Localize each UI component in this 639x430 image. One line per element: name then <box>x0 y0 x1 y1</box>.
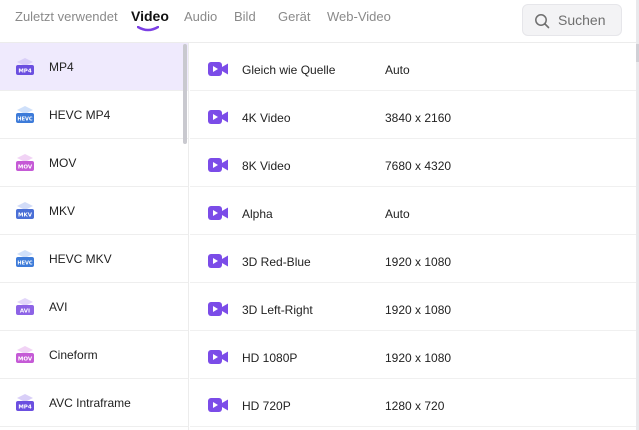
tab-device[interactable]: Gerät <box>278 9 311 24</box>
video-camera-icon <box>208 158 228 172</box>
format-item-mov[interactable]: MOV MOV <box>0 139 188 187</box>
svg-text:AVI: AVI <box>20 309 30 315</box>
tab-audio[interactable]: Audio <box>184 9 217 24</box>
mp4-file-icon: MP4 <box>16 58 34 75</box>
hevc-file-icon: HEVC <box>16 106 34 123</box>
format-label: AVI <box>49 300 68 314</box>
video-camera-icon <box>208 398 228 412</box>
search-box[interactable] <box>522 4 622 36</box>
svg-text:MOV: MOV <box>18 165 33 171</box>
svg-text:MP4: MP4 <box>18 405 32 411</box>
format-label: MKV <box>49 204 76 218</box>
preset-resolution: 1920 x 1080 <box>385 303 452 317</box>
format-list-scrollbar[interactable] <box>183 44 187 144</box>
preset-list: Gleich wie Quelle Auto 4K Video 3840 x 2… <box>190 43 639 430</box>
svg-text:MOV: MOV <box>18 357 33 363</box>
svg-text:HEVC: HEVC <box>17 261 32 267</box>
mp4-file-icon: MP4 <box>16 394 34 411</box>
format-label: MOV <box>49 156 77 170</box>
preset-name: 8K Video <box>242 159 291 173</box>
tab-web-video[interactable]: Web-Video <box>327 9 391 24</box>
format-label: HEVC MKV <box>49 252 112 266</box>
preset-row-3d-red-blue[interactable]: 3D Red-Blue 1920 x 1080 <box>190 235 639 283</box>
avi-file-icon: AVI <box>16 298 34 315</box>
svg-text:MP4: MP4 <box>18 69 32 75</box>
svg-text:MKV: MKV <box>18 213 33 219</box>
preset-row-hd-720p[interactable]: HD 720P 1280 x 720 <box>190 379 639 427</box>
preset-name: 4K Video <box>242 111 291 125</box>
format-item-hevc-mkv[interactable]: HEVC HEVC MKV <box>0 235 188 283</box>
preset-row-3d-left-right[interactable]: 3D Left-Right 1920 x 1080 <box>190 283 639 331</box>
preset-resolution: 7680 x 4320 <box>385 159 452 173</box>
preset-row-same-as-source[interactable]: Gleich wie Quelle Auto <box>190 43 639 91</box>
video-camera-icon <box>208 254 228 268</box>
format-label: Cineform <box>49 348 98 362</box>
hevc-file-icon: HEVC <box>16 250 34 267</box>
preset-name: HD 720P <box>242 399 291 413</box>
preset-name: Alpha <box>242 207 273 221</box>
format-item-cineform[interactable]: MOV Cineform <box>0 331 188 379</box>
format-item-avi[interactable]: AVI AVI <box>0 283 188 331</box>
video-camera-icon <box>208 350 228 364</box>
search-input[interactable] <box>558 12 620 28</box>
format-list: MP4 MP4 HEVC HEVC MP4 MOV MOV MKV MKV HE <box>0 43 189 430</box>
format-item-avc-intraframe[interactable]: MP4 AVC Intraframe <box>0 379 188 427</box>
tab-image[interactable]: Bild <box>234 9 256 24</box>
active-tab-indicator <box>137 26 159 32</box>
preset-resolution: 1920 x 1080 <box>385 255 452 269</box>
video-camera-icon <box>208 110 228 124</box>
preset-resolution: 1280 x 720 <box>385 399 445 413</box>
tab-video[interactable]: Video <box>131 8 169 24</box>
preset-name: 3D Red-Blue <box>242 255 311 269</box>
video-camera-icon <box>208 302 228 316</box>
preset-row-8k-video[interactable]: 8K Video 7680 x 4320 <box>190 139 639 187</box>
preset-resolution: Auto <box>385 63 410 77</box>
preset-name: 3D Left-Right <box>242 303 313 317</box>
tab-recently-used[interactable]: Zuletzt verwendet <box>15 9 118 24</box>
preset-row-hd-1080p[interactable]: HD 1080P 1920 x 1080 <box>190 331 639 379</box>
preset-resolution: 1920 x 1080 <box>385 351 452 365</box>
format-item-mkv[interactable]: MKV MKV <box>0 187 188 235</box>
preset-name: Gleich wie Quelle <box>242 63 336 77</box>
mov-file-icon: MOV <box>16 346 34 363</box>
video-camera-icon <box>208 62 228 76</box>
preset-resolution: 3840 x 2160 <box>385 111 452 125</box>
preset-name: HD 1080P <box>242 351 298 365</box>
format-label: HEVC MP4 <box>49 108 111 122</box>
preset-row-4k-video[interactable]: 4K Video 3840 x 2160 <box>190 91 639 139</box>
search-icon <box>535 14 550 29</box>
format-category-tabs: Zuletzt verwendet Video Audio Bild Gerät… <box>0 0 639 44</box>
video-camera-icon <box>208 206 228 220</box>
mov-file-icon: MOV <box>16 154 34 171</box>
format-label: AVC Intraframe <box>49 396 131 410</box>
format-item-mp4[interactable]: MP4 MP4 <box>0 43 188 91</box>
preset-resolution: Auto <box>385 207 410 221</box>
preset-row-alpha[interactable]: Alpha Auto <box>190 187 639 235</box>
format-label: MP4 <box>49 60 74 74</box>
svg-text:HEVC: HEVC <box>17 117 32 123</box>
mkv-file-icon: MKV <box>16 202 34 219</box>
format-item-hevc-mp4[interactable]: HEVC HEVC MP4 <box>0 91 188 139</box>
